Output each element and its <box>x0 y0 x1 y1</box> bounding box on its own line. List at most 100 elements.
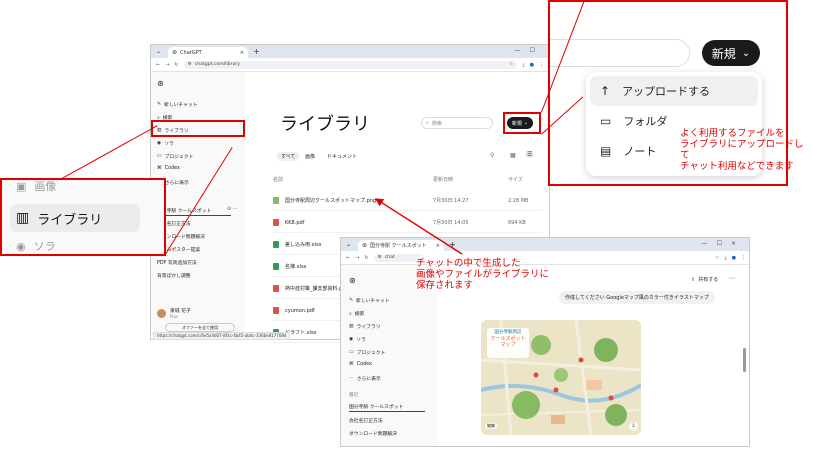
openai-logo-icon[interactable]: ⊛ <box>349 276 356 285</box>
pdf-file-icon <box>273 307 279 314</box>
tab-bar: ⌄ ⊛ ChatGPT × + —☐ <box>151 45 549 58</box>
recent-chat-item[interactable]: 国分寺駅 クールスポット <box>349 403 403 410</box>
url-text: chatgpt.com/library <box>194 62 241 67</box>
options-kebab-icon[interactable]: ⋯ <box>729 275 735 282</box>
minimize-icon[interactable]: — <box>515 47 530 54</box>
url-field[interactable]: ⚙ chatgpt.com/library ☆ <box>183 60 518 69</box>
close-tab-icon[interactable]: × <box>240 50 244 56</box>
recent-chat-item[interactable]: 背景ぼかし調整 <box>157 272 191 279</box>
share-label: 共有する <box>698 277 719 283</box>
file-name: 差し込み用.xlsx <box>285 242 322 248</box>
sidebar-item-new-chat[interactable]: ✎ 新しいチャット <box>349 297 390 304</box>
site-info-icon[interactable]: ⚙ <box>378 255 382 260</box>
browser-tab[interactable]: ⊛ 国分寺駅 クールスポット × <box>358 240 444 251</box>
new-tab-icon[interactable]: + <box>449 240 456 249</box>
back-icon[interactable]: ← <box>156 62 160 68</box>
profile-icon[interactable]: ● <box>530 62 534 68</box>
new-tab-icon[interactable]: + <box>253 47 260 56</box>
tab-documents[interactable]: ドキュメント <box>327 153 357 160</box>
user-message-text: 作成してください Googleマップ風のカラー付きイラストマップ <box>565 295 709 301</box>
maximize-icon[interactable]: ☐ <box>717 240 731 247</box>
site-info-icon[interactable]: ⚙ <box>188 62 192 67</box>
download-icon[interactable]: ⤓ <box>724 255 726 261</box>
recent-chat-item[interactable]: 会社名訂正方法 <box>349 417 383 424</box>
browser-tab[interactable]: ⊛ ChatGPT × <box>168 47 248 58</box>
zoom-item-sora[interactable]: ◉ ソラ <box>16 238 56 254</box>
forward-icon[interactable]: → <box>165 62 169 68</box>
bookmark-star-icon[interactable]: ☆ <box>509 62 513 67</box>
filter-icon[interactable]: ⚲ <box>490 152 494 159</box>
tab-images[interactable]: 画像 <box>305 153 315 160</box>
sidebar-item-sora[interactable]: ◉ ソラ <box>157 140 174 147</box>
sidebar-item-label: 検索 <box>354 312 365 317</box>
profile-icon[interactable]: ● <box>732 255 736 261</box>
upgrade-button[interactable]: オファーを全て使用 <box>165 323 235 332</box>
search-icon: ⌕ <box>426 120 429 126</box>
zoom-item-library[interactable]: ▥ ライブラリ <box>10 204 140 232</box>
avatar[interactable] <box>157 309 166 318</box>
upgrade-label: オファーを全て使用 <box>182 324 218 330</box>
folder-icon: ▭ <box>349 350 354 355</box>
zoom-inset-library: ▣ 画像 ▥ ライブラリ ◉ ソラ <box>0 178 166 256</box>
list-view-icon[interactable]: ☰ <box>525 151 535 158</box>
close-tab-icon[interactable]: × <box>436 243 440 249</box>
zoom-item-images[interactable]: ▣ 画像 <box>16 180 56 194</box>
window-controls: —☐× <box>702 240 745 247</box>
recent-chat-item[interactable]: PDF 写真追加方法 <box>157 259 197 266</box>
map-download-icon[interactable]: ⤓ <box>629 422 638 431</box>
forward-icon[interactable]: → <box>355 255 359 261</box>
map-edit-badge[interactable]: 編集 <box>485 423 497 429</box>
sidebar-item-label: Codex <box>164 166 180 171</box>
search-icon: ⌕ <box>349 311 352 317</box>
grid-view-icon[interactable]: ▦ <box>510 152 516 159</box>
sidebar-item-label: さらに表示 <box>356 377 381 382</box>
menu-kebab-icon[interactable]: ⋮ <box>539 62 544 68</box>
close-window-icon[interactable]: × <box>731 240 745 247</box>
reload-icon[interactable]: ↻ <box>364 255 368 261</box>
table-row[interactable]: 国分寺駅周辺クールスポットマップ.png 7月30日 14:27 2.28 MB <box>273 191 543 211</box>
search-box-partial[interactable] <box>550 39 690 67</box>
tab-all[interactable]: すべて <box>277 152 300 161</box>
share-button[interactable]: ⇪ 共有する <box>691 276 719 284</box>
pdf-file-icon <box>273 285 279 292</box>
back-icon[interactable]: ← <box>346 255 350 261</box>
sidebar-item-codex[interactable]: ⌘ Codex <box>349 362 372 367</box>
image-file-icon <box>273 197 279 204</box>
column-header-size: サイズ <box>508 177 523 183</box>
menu-kebab-icon[interactable]: ⋮ <box>741 255 746 261</box>
tab-list-icon[interactable]: ⌄ <box>346 241 351 248</box>
sidebar-item-label: プロジェクト <box>164 155 194 160</box>
openai-logo-icon[interactable]: ⊛ <box>157 79 164 88</box>
sidebar-item-search[interactable]: ⌕ 検索 <box>349 310 365 318</box>
tab-list-icon[interactable]: ⌄ <box>156 48 161 55</box>
annotation-line: ライブラリにアップロードして <box>680 139 804 161</box>
chatgpt-favicon-icon: ⊛ <box>172 49 178 56</box>
excel-file-icon <box>273 241 279 248</box>
bookmark-star-icon[interactable]: ☆ <box>715 255 719 261</box>
sidebar-item-library[interactable]: ▥ ライブラリ <box>349 323 381 330</box>
recent-chat-item[interactable]: ダウンロード問題解決 <box>349 430 397 437</box>
reload-icon[interactable]: ↻ <box>174 62 178 68</box>
sidebar-item-sora[interactable]: ◉ ソラ <box>349 336 366 343</box>
sidebar-item-new-chat[interactable]: ✎ 新しいチャット <box>157 101 198 108</box>
sidebar-item-projects[interactable]: ▭ プロジェクト <box>349 349 385 356</box>
download-icon[interactable]: ⤓ <box>522 62 524 68</box>
search-box[interactable]: ⌕ 検索 <box>421 117 493 129</box>
table-row[interactable]: KK8.pdf 7月30日 14:05 694 KB <box>273 213 543 233</box>
scrollbar[interactable] <box>743 348 746 372</box>
recent-item-actions[interactable]: ⊘ ⋯ <box>227 206 238 212</box>
sidebar-item-projects[interactable]: ▭ プロジェクト <box>157 153 193 160</box>
sidebar-item-more[interactable]: ⋯さらに表示 <box>349 375 381 382</box>
menu-item-label: アップロードする <box>622 85 711 98</box>
new-button[interactable]: 新規 ⌄ <box>702 40 760 66</box>
generated-map-image[interactable]: 国分寺駅周辺 クールスポット マップ 編集 ⤓ <box>481 320 641 435</box>
minimize-icon[interactable]: — <box>702 240 717 247</box>
menu-item-upload[interactable]: ↑ アップロードする <box>590 76 758 106</box>
sidebar-item-codex[interactable]: ⌘ Codex <box>157 166 180 171</box>
section-recent-label: 最近 <box>349 393 359 398</box>
maximize-icon[interactable]: ☐ <box>530 47 544 54</box>
user-plan: Plus <box>170 314 179 319</box>
map-title-line: マップ <box>500 342 516 348</box>
annotation-line: チャット利用などできます <box>680 161 794 172</box>
search-placeholder: 検索 <box>431 120 442 127</box>
